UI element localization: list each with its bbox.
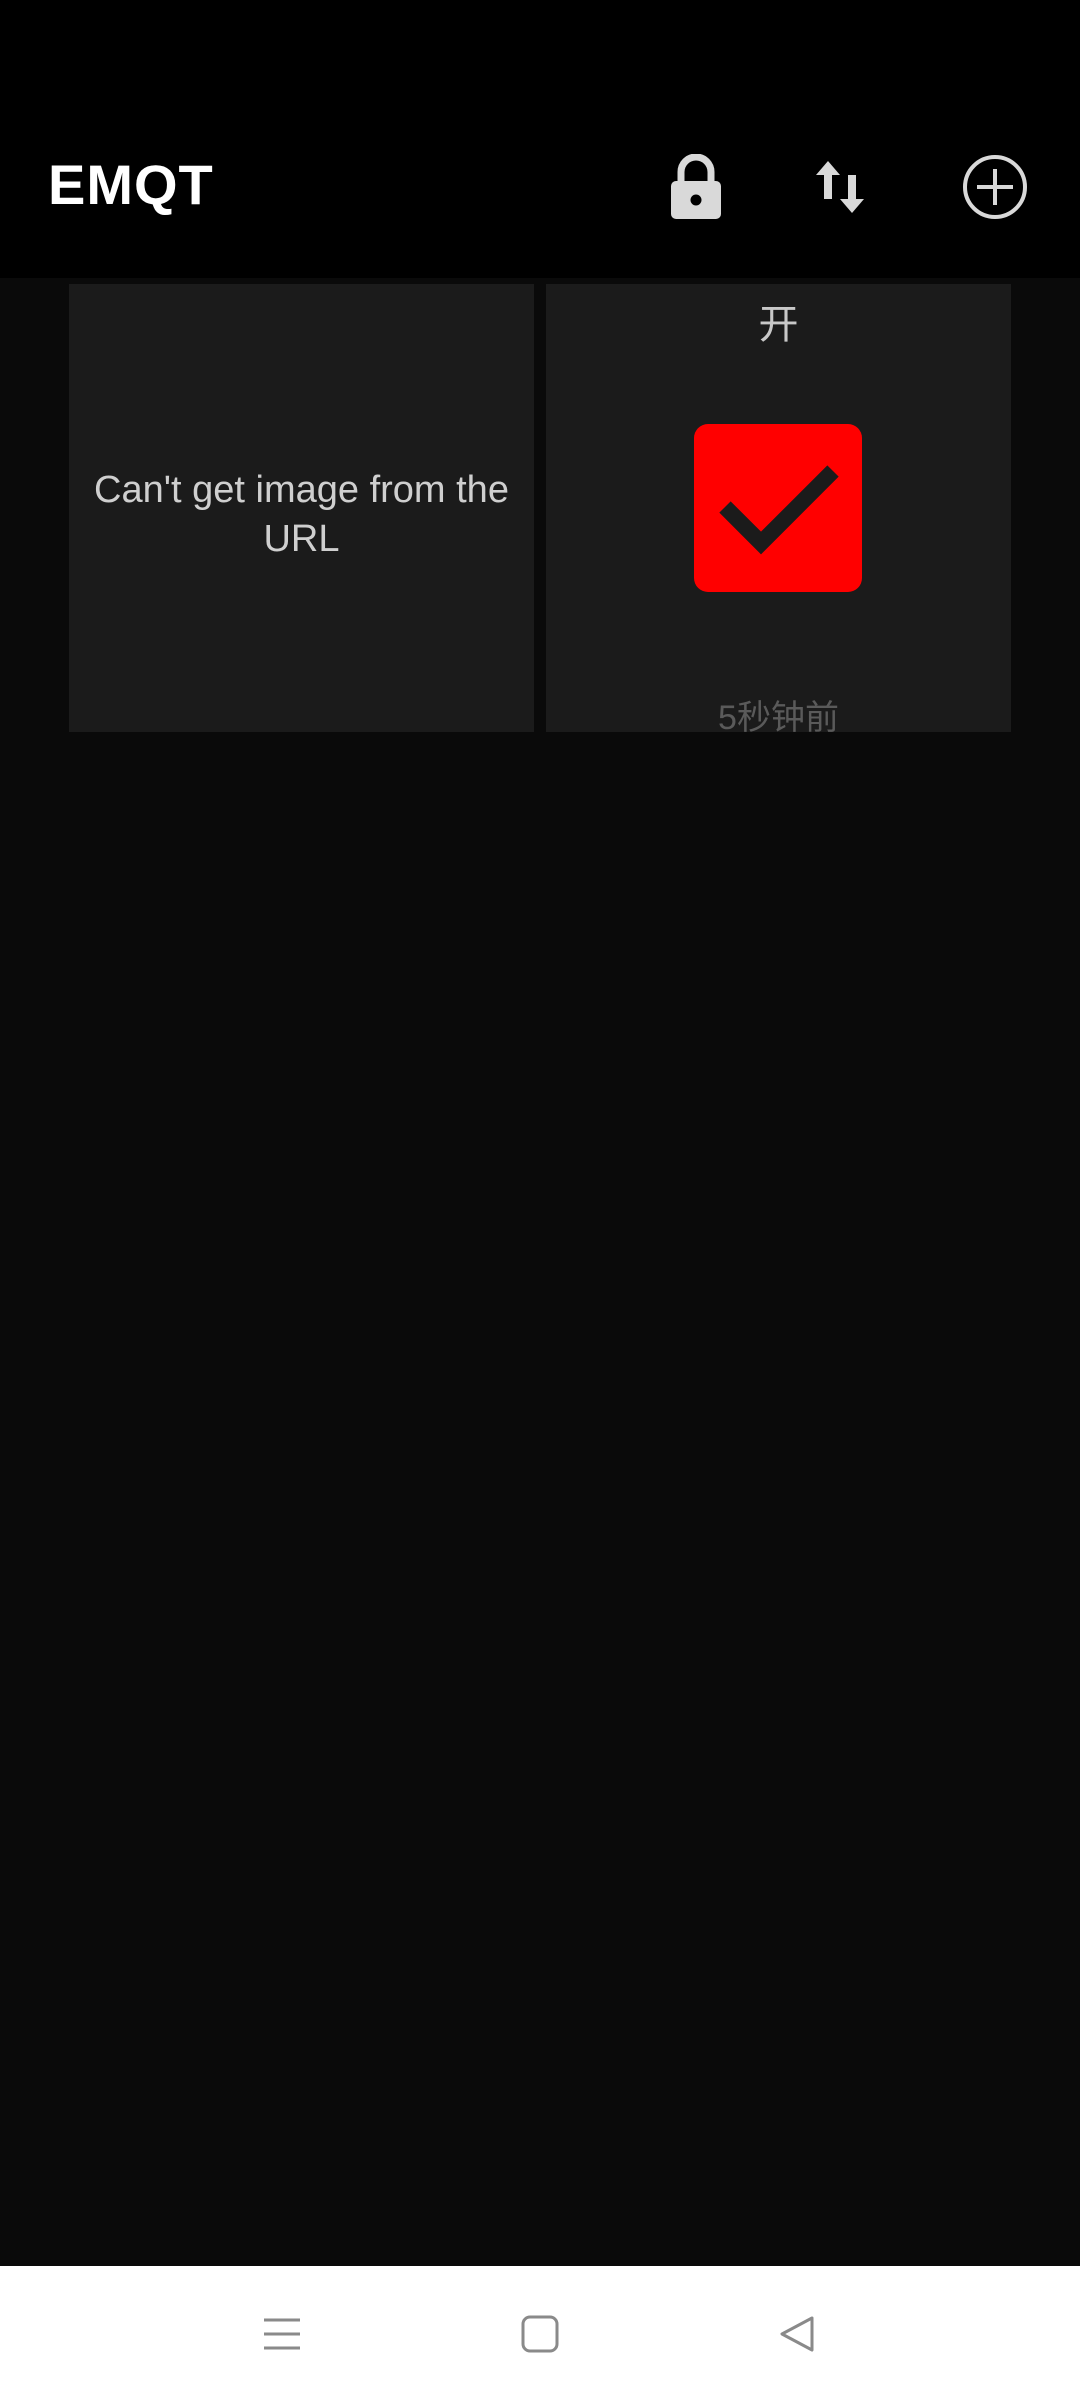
lock-icon <box>671 154 721 219</box>
app-bar: EMQT <box>0 92 1080 278</box>
status-bar <box>0 0 1080 92</box>
checkmark-icon <box>719 465 839 555</box>
system-navigation-bar <box>0 2266 1080 2400</box>
checkbox-checked-icon[interactable] <box>694 424 862 592</box>
last-updated-time: 5秒钟前 <box>718 699 839 737</box>
app-screen: EMQT Can't get image from the URL 开 5秒钟前 <box>0 0 1080 2400</box>
switch-tile-title: 开 <box>758 303 799 347</box>
menu-icon <box>264 2318 300 2350</box>
back-icon <box>780 2316 814 2352</box>
sort-button[interactable] <box>795 142 885 232</box>
image-error-message: Can't get image from the URL <box>94 469 509 560</box>
app-title: EMQT <box>48 153 214 216</box>
dashboard-grid: Can't get image from the URL 开 5秒钟前 <box>0 278 1080 2266</box>
lock-button[interactable] <box>651 142 741 232</box>
image-tile[interactable]: Can't get image from the URL <box>69 284 534 732</box>
switch-tile[interactable]: 开 5秒钟前 <box>546 284 1011 737</box>
add-button[interactable] <box>950 142 1040 232</box>
home-button[interactable] <box>500 2294 580 2374</box>
recent-apps-button[interactable] <box>242 2294 322 2374</box>
add-circle-icon <box>963 155 1027 219</box>
back-button[interactable] <box>758 2294 838 2374</box>
swap-vertical-icon <box>816 161 864 213</box>
home-icon <box>521 2315 559 2353</box>
